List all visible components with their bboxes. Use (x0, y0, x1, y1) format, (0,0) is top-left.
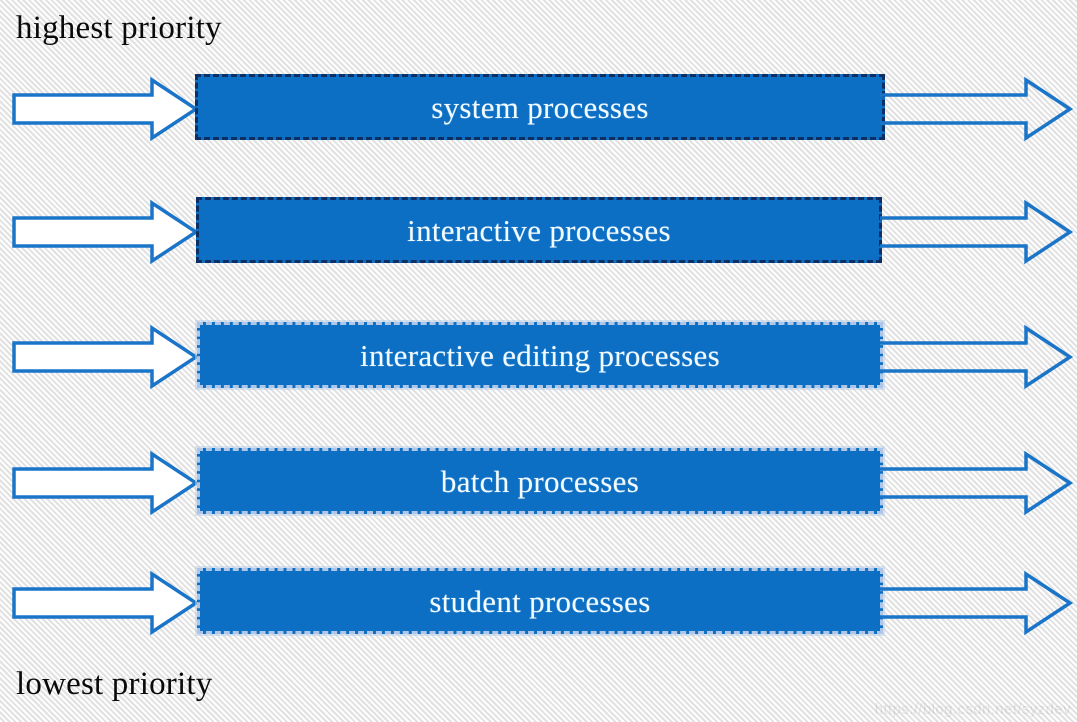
source-watermark: https://blog.csdn.net/syzdev (874, 701, 1071, 718)
priority-row-interactive-editing-processes: interactive editing processes (0, 322, 1077, 392)
process-bar-interactive-processes[interactable]: interactive processes (196, 197, 882, 263)
outbound-arrow-icon (880, 76, 1074, 142)
priority-row-batch-processes: batch processes (0, 448, 1077, 518)
process-bar-label: system processes (431, 89, 649, 125)
outbound-arrow-icon (880, 570, 1074, 636)
priority-row-system-processes: system processes (0, 74, 1077, 144)
process-bar-label: interactive editing processes (360, 337, 720, 373)
process-bar-student-processes[interactable]: student processes (197, 568, 883, 634)
inbound-arrow-icon (12, 76, 200, 142)
inbound-arrow-icon (12, 324, 200, 390)
process-bar-label: student processes (429, 583, 651, 619)
outbound-arrow-icon (880, 199, 1074, 265)
lowest-priority-label: lowest priority (16, 666, 213, 702)
process-bar-label: interactive processes (407, 212, 671, 248)
priority-row-student-processes: student processes (0, 568, 1077, 638)
process-bar-batch-processes[interactable]: batch processes (197, 448, 883, 514)
process-bar-system-processes[interactable]: system processes (195, 74, 885, 140)
outbound-arrow-icon (880, 324, 1074, 390)
highest-priority-label: highest priority (16, 10, 222, 46)
inbound-arrow-icon (12, 450, 200, 516)
inbound-arrow-icon (12, 570, 200, 636)
outbound-arrow-icon (880, 450, 1074, 516)
priority-row-interactive-processes: interactive processes (0, 197, 1077, 267)
process-bar-interactive-editing-processes[interactable]: interactive editing processes (197, 322, 883, 388)
process-bar-label: batch processes (440, 463, 640, 499)
inbound-arrow-icon (12, 199, 200, 265)
priority-diagram-canvas: highest priority system processes intera… (0, 0, 1077, 722)
